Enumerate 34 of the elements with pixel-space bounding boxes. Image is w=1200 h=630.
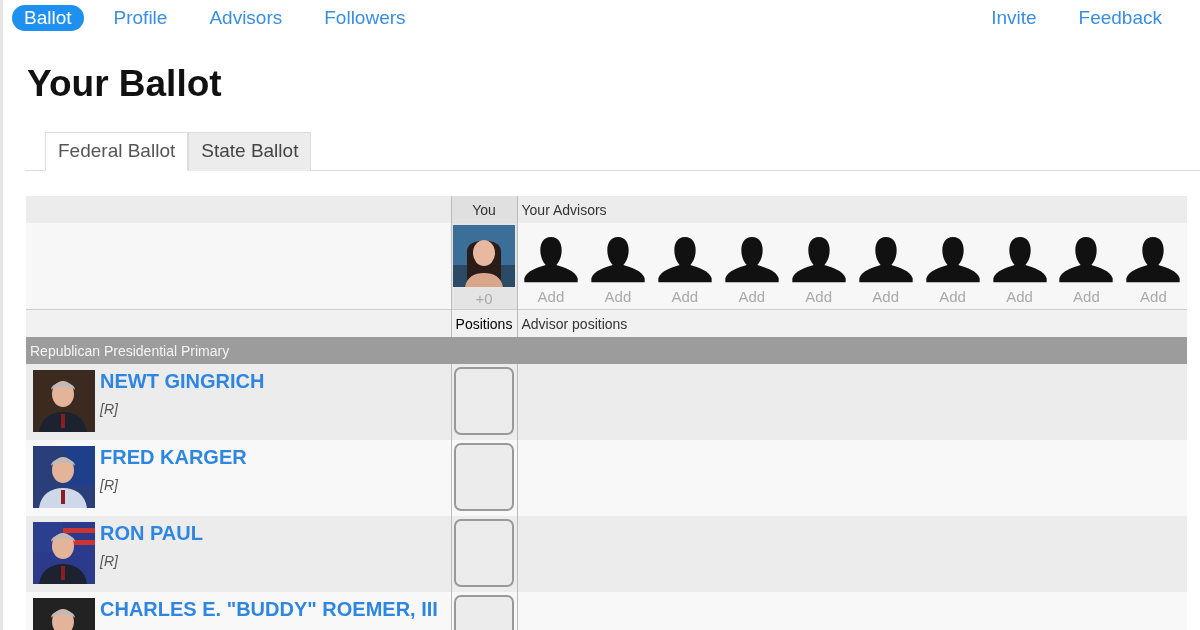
add-link[interactable]: Add [1140,288,1167,305]
column-label: Advisor positions [520,315,628,332]
column-heading: You [471,201,497,218]
add-link[interactable]: Add [671,288,699,305]
page-title: Your Ballot [27,63,223,105]
party-label: [R] [100,477,119,493]
column-label: Positions [454,315,514,332]
column-heading: Your Advisors [520,201,607,218]
party-label: [R] [100,553,119,569]
add-link[interactable]: Add [1006,288,1033,305]
vote-box[interactable] [454,443,514,511]
nav-link[interactable]: Profile [101,5,180,31]
nav-link[interactable]: Followers [312,5,418,31]
add-link[interactable]: Add [738,288,766,305]
candidate-name[interactable]: RON PAUL [100,522,203,544]
candidate-name[interactable]: FRED KARGER [100,446,247,468]
vote-box[interactable] [454,519,514,587]
candidate-name[interactable]: NEWT GINGRICH [100,370,265,392]
add-link[interactable]: Add [872,288,899,305]
section-heading: Republican Presidential Primary [29,342,230,359]
tab[interactable]: State Ballot [188,132,312,171]
nav-link[interactable]: Feedback [1066,5,1174,31]
add-link[interactable]: Add [939,288,966,305]
nav-link[interactable]: Invite [979,5,1049,31]
tab[interactable]: Federal Ballot [45,132,189,171]
add-link[interactable]: Add [604,288,632,305]
party-label: [R] [100,401,119,417]
add-link[interactable]: Add [537,288,565,305]
nav-link[interactable]: Ballot [12,5,84,31]
vote-box[interactable] [454,367,514,435]
add-link[interactable]: Add [1073,288,1100,305]
count: +0 [474,290,494,307]
add-link[interactable]: Add [805,288,833,305]
nav-link[interactable]: Advisors [197,5,295,31]
